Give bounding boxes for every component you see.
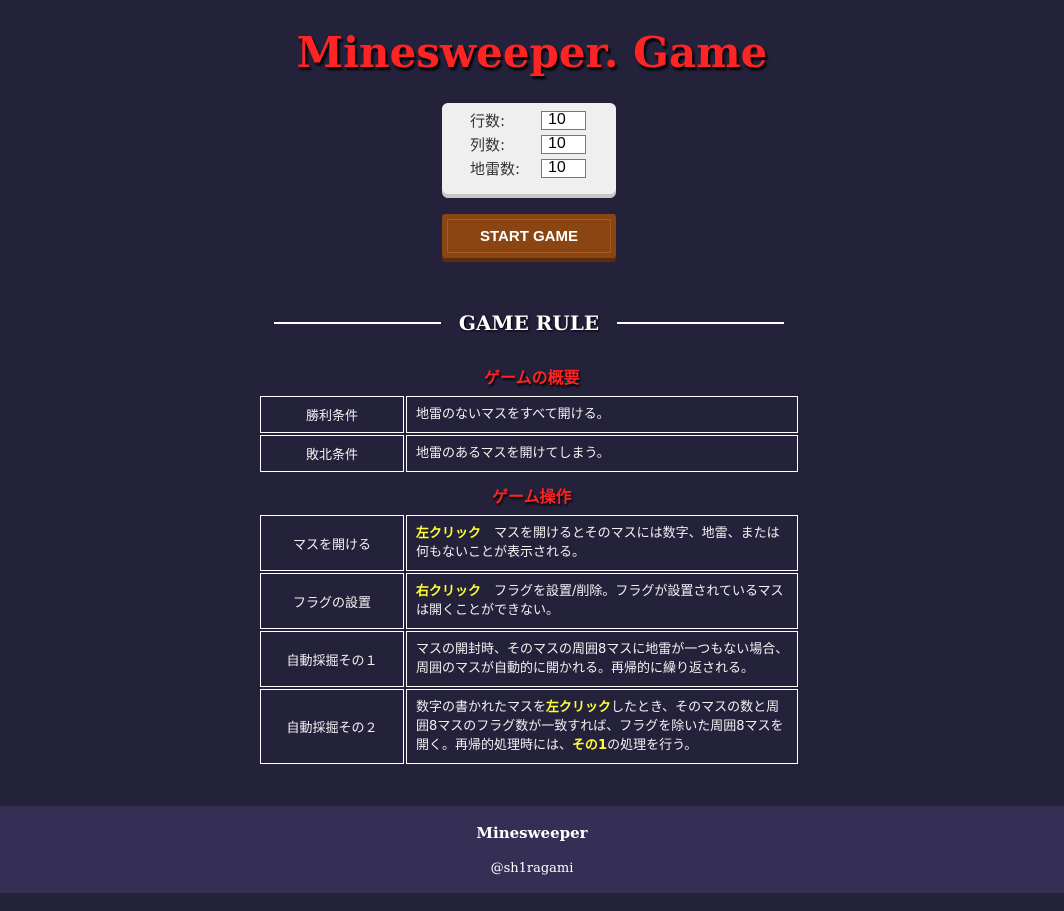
footer: Minesweeper @sh1ragami — [0, 806, 1064, 893]
table-row: 勝利条件 地雷のないマスをすべて開ける。 — [260, 396, 798, 433]
key-highlight: 左クリック — [546, 700, 612, 715]
mines-input[interactable] — [541, 158, 586, 178]
game-rule-title: GAME RULE — [458, 311, 600, 335]
overview-table: 勝利条件 地雷のないマスをすべて開ける。 敗北条件 地雷のあるマスを開けてしまう… — [258, 394, 800, 474]
rule-desc: 地雷のないマスをすべて開ける。 — [406, 396, 798, 433]
rule-label: 勝利条件 — [260, 396, 404, 433]
rule-desc-text: 数字の書かれたマスを — [416, 700, 547, 715]
rule-desc: 地雷のあるマスを開けてしまう。 — [406, 435, 798, 472]
table-row: 敗北条件 地雷のあるマスを開けてしまう。 — [260, 435, 798, 472]
mines-label: 地雷数: — [470, 159, 521, 178]
rule-desc: 右クリック フラグを設置/削除。フラグが設置されているマスは開くことができない。 — [406, 573, 798, 629]
start-game-label: START GAME — [447, 219, 611, 253]
divider-left — [274, 322, 441, 324]
cols-label: 列数: — [470, 135, 506, 154]
overview-title: ゲームの概要 — [484, 368, 580, 387]
key-highlight: 右クリック — [416, 584, 482, 599]
rule-label: マスを開ける — [260, 515, 404, 571]
footer-title: Minesweeper — [476, 824, 588, 842]
operations-title: ゲーム操作 — [492, 487, 572, 506]
footer-credit: @sh1ragami — [490, 861, 574, 876]
rule-desc-text: の処理を行う。 — [607, 738, 698, 753]
table-row: マスを開ける 左クリック マスを開けるとそのマスには数字、地雷、または何もないこ… — [260, 515, 798, 571]
rule-label: 自動採掘その２ — [260, 689, 404, 764]
start-game-button[interactable]: START GAME — [442, 214, 616, 258]
operations-table: マスを開ける 左クリック マスを開けるとそのマスには数字、地雷、または何もないこ… — [258, 513, 800, 766]
cols-setting: 列数: — [470, 133, 610, 155]
rule-desc: マスの開封時、そのマスの周囲8マスに地雷が一つもない場合、周囲のマスが自動的に開… — [406, 631, 798, 687]
table-row: 自動採掘その２ 数字の書かれたマスを左クリックしたとき、そのマスの数と周囲8マス… — [260, 689, 798, 764]
rule-label: フラグの設置 — [260, 573, 404, 629]
rows-label: 行数: — [470, 111, 506, 130]
mines-setting: 地雷数: — [470, 157, 610, 179]
cols-input[interactable] — [541, 134, 586, 154]
page-title: Minesweeper. Game — [296, 28, 768, 77]
table-row: フラグの設置 右クリック フラグを設置/削除。フラグが設置されているマスは開くこ… — [260, 573, 798, 629]
settings-panel: 行数: 列数: 地雷数: — [442, 103, 616, 194]
rule-label: 敗北条件 — [260, 435, 404, 472]
rule-desc: 数字の書かれたマスを左クリックしたとき、そのマスの数と周囲8マスのフラグ数が一致… — [406, 689, 798, 764]
rows-input[interactable] — [541, 110, 586, 130]
rule-label: 自動採掘その１ — [260, 631, 404, 687]
key-highlight: その1 — [572, 738, 608, 753]
table-row: 自動採掘その１ マスの開封時、そのマスの周囲8マスに地雷が一つもない場合、周囲の… — [260, 631, 798, 687]
game-rule-heading: GAME RULE — [274, 308, 784, 338]
key-highlight: 左クリック — [416, 526, 482, 541]
rows-setting: 行数: — [470, 109, 610, 131]
rule-desc: 左クリック マスを開けるとそのマスには数字、地雷、または何もないことが表示される… — [406, 515, 798, 571]
divider-right — [617, 322, 784, 324]
